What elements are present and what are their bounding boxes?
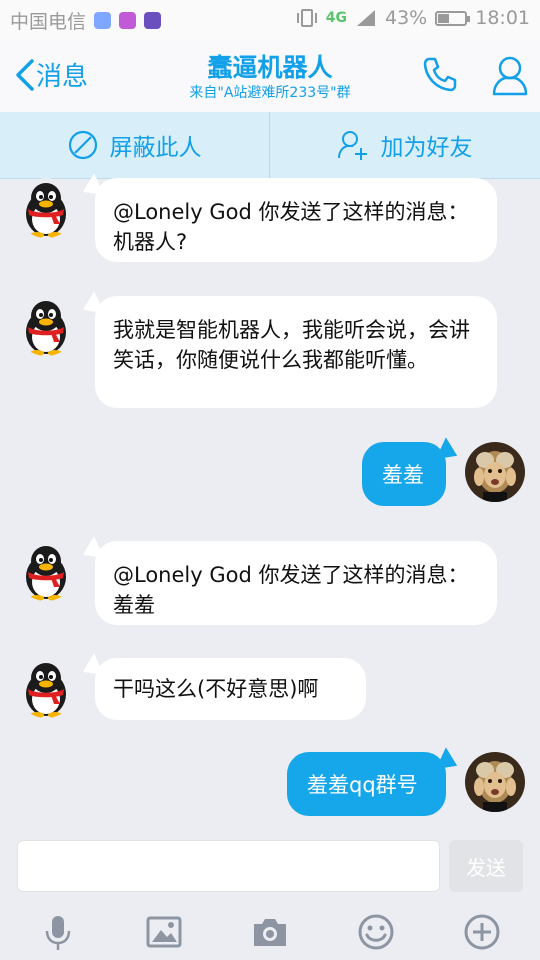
battery-percent: 43% [385,7,428,29]
penguin-avatar[interactable] [16,296,76,356]
chat-header: 消息 蠢逼机器人 来自"A站避难所233号"群 [0,38,540,113]
plus-icon[interactable] [462,912,502,952]
message-text: 羞羞 [382,463,424,487]
composer: 发送 [0,830,540,960]
penguin-icon [16,658,76,718]
notification-app-icon [94,12,112,29]
contact-profile-icon[interactable] [491,54,529,98]
microphone-icon[interactable] [38,912,78,952]
block-user-label: 屏蔽此人 [109,135,202,161]
add-friend-icon [337,131,367,160]
penguin-avatar[interactable] [16,178,76,238]
clock: 18:01 [475,7,530,29]
camera-icon[interactable] [250,912,290,952]
add-friend-button[interactable]: 加为好友 [270,112,539,178]
send-button[interactable]: 发送 [449,840,523,892]
incoming-message-bubble[interactable]: @Lonely God 你发送了这样的消息：机器人? [95,178,497,262]
signal-icon [357,10,375,26]
notification-gallery-icon [119,12,137,29]
emoji-icon[interactable] [356,912,396,952]
penguin-icon [16,296,76,356]
message-input[interactable] [17,840,440,892]
outgoing-message-bubble[interactable]: 羞羞qq群号 [287,752,446,816]
battery-icon [435,10,471,26]
message-text: @Lonely God 你发送了这样的消息：机器人? [113,200,469,254]
add-friend-label: 加为好友 [380,135,473,161]
message-text: @Lonely God 你发送了这样的消息：羞羞 [113,563,469,617]
block-icon [68,130,97,160]
penguin-avatar[interactable] [16,658,76,718]
incoming-message-bubble[interactable]: 我就是智能机器人，我能听会说，会讲笑话，你随便说什么我都能听懂。 [95,296,497,408]
carrier-label: 中国电信 [10,11,87,33]
vibrate-icon [296,9,317,27]
message-text: 羞羞qq群号 [307,773,418,797]
penguin-avatar[interactable] [16,541,76,601]
phone-icon[interactable] [420,54,460,94]
portrait-avatar-image [465,442,525,502]
notification-huawei-icon [144,12,162,29]
penguin-icon [16,178,76,238]
message-text: 我就是智能机器人，我能听会说，会讲笑话，你随便说什么我都能听懂。 [113,318,470,372]
user-avatar[interactable] [465,752,525,812]
outgoing-message-bubble[interactable]: 羞羞 [362,442,446,506]
message-text: 干吗这么(不好意思)啊 [113,677,319,701]
network-type-label: 4G [325,10,347,26]
incoming-message-bubble[interactable]: @Lonely God 你发送了这样的消息：羞羞 [95,541,497,625]
incoming-message-bubble[interactable]: 干吗这么(不好意思)啊 [95,658,366,720]
image-icon[interactable] [144,912,184,952]
portrait-avatar-image [465,752,525,812]
status-bar: 中国电信 4G 43% 18:01 [0,0,540,38]
user-avatar[interactable] [465,442,525,502]
stranger-action-bar: 屏蔽此人 加为好友 [0,112,540,179]
block-user-button[interactable]: 屏蔽此人 [0,112,269,178]
penguin-icon [16,541,76,601]
